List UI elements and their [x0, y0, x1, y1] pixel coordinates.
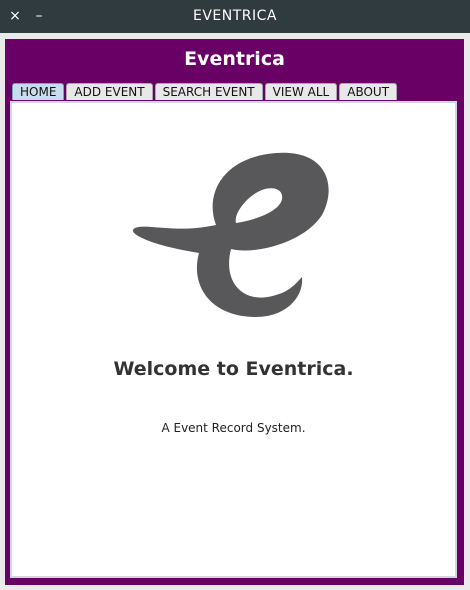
- tagline-text: A Event Record System.: [161, 421, 306, 435]
- tab-home[interactable]: HOME: [12, 83, 65, 100]
- app-title: Eventrica: [184, 48, 285, 70]
- home-panel: Welcome to Eventrica. A Event Record Sys…: [10, 101, 457, 578]
- tab-search-event[interactable]: SEARCH EVENT: [154, 83, 263, 100]
- window-title: EVENTRICA: [192, 8, 277, 24]
- eventrica-e-logo-icon: [132, 152, 329, 317]
- tab-bar: HOME ADD EVENT SEARCH EVENT VIEW ALL ABO…: [12, 83, 399, 100]
- window-titlebar: × – EVENTRICA: [0, 0, 470, 33]
- tab-about[interactable]: ABOUT: [339, 83, 398, 100]
- app-frame: Eventrica HOME ADD EVENT SEARCH EVENT VI…: [5, 39, 464, 585]
- welcome-heading: Welcome to Eventrica.: [113, 358, 354, 380]
- tab-add-event[interactable]: ADD EVENT: [66, 83, 153, 100]
- tab-view-all[interactable]: VIEW ALL: [264, 83, 338, 100]
